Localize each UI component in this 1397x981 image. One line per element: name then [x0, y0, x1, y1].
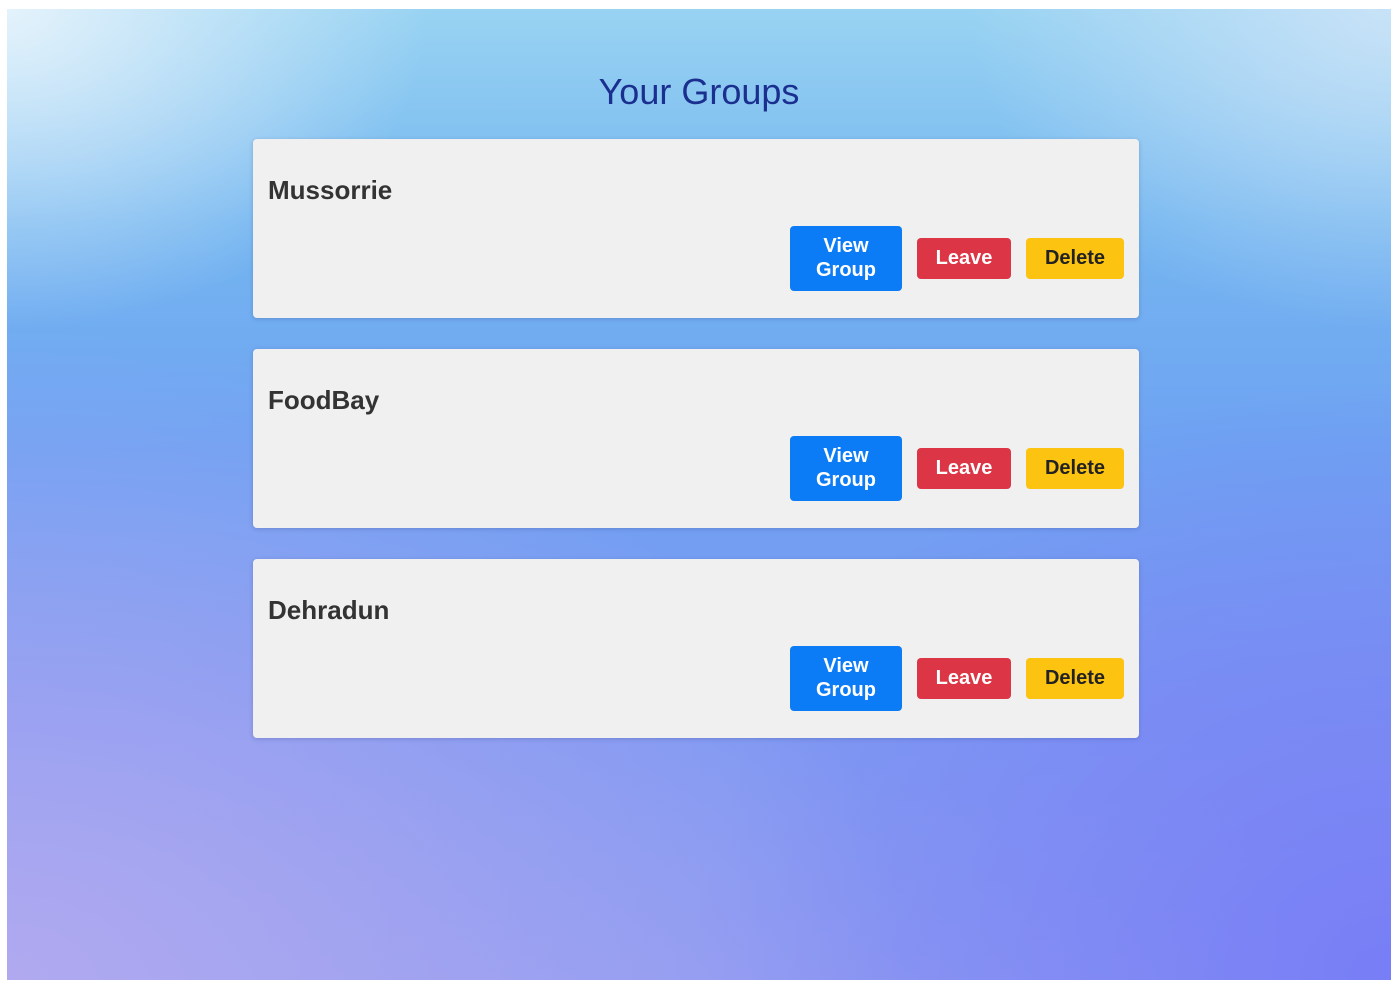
- leave-group-button[interactable]: Leave: [917, 657, 1011, 699]
- group-card: Dehradun View Group Leave Delete: [253, 559, 1139, 738]
- page-viewport: Your Groups Mussorrie View Group Leave D…: [7, 9, 1391, 980]
- group-card: Mussorrie View Group Leave Delete: [253, 139, 1139, 318]
- view-group-button[interactable]: View Group: [790, 225, 902, 291]
- delete-group-button[interactable]: Delete: [1026, 447, 1124, 489]
- page-title: Your Groups: [598, 71, 800, 112]
- group-actions: View Group Leave Delete: [790, 435, 1124, 501]
- delete-group-button[interactable]: Delete: [1026, 657, 1124, 699]
- leave-group-button[interactable]: Leave: [917, 447, 1011, 489]
- group-name: FoodBay: [268, 385, 380, 415]
- group-actions: View Group Leave Delete: [790, 225, 1124, 291]
- view-group-button[interactable]: View Group: [790, 645, 902, 711]
- group-card: FoodBay View Group Leave Delete: [253, 349, 1139, 528]
- group-actions: View Group Leave Delete: [790, 645, 1124, 711]
- delete-group-button[interactable]: Delete: [1026, 237, 1124, 279]
- view-group-button[interactable]: View Group: [790, 435, 902, 501]
- group-name: Dehradun: [268, 595, 390, 625]
- group-name: Mussorrie: [268, 175, 393, 205]
- leave-group-button[interactable]: Leave: [917, 237, 1011, 279]
